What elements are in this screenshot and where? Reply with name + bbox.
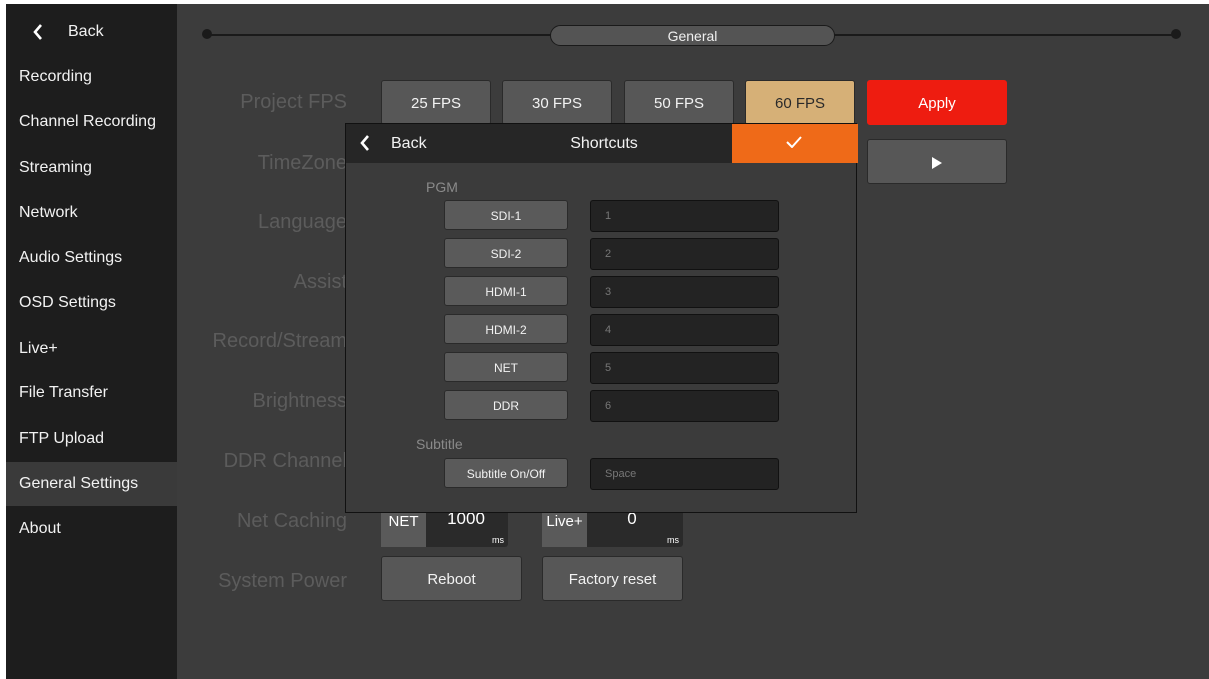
sidebar-back-label: Back	[68, 23, 104, 40]
play-icon	[932, 157, 942, 170]
app-window: Back Recording Channel Recording Streami…	[6, 4, 1209, 679]
record-stream-label: Record/Stream	[212, 330, 348, 352]
sidebar-item-file-transfer[interactable]: File Transfer	[6, 373, 177, 413]
shortcut-source-net[interactable]: NET	[444, 352, 568, 382]
track-start-dot	[202, 29, 212, 39]
confirm-button[interactable]	[732, 124, 858, 163]
shortcut-key-hdmi1[interactable]: 3	[590, 276, 779, 308]
pgm-section-label: PGM	[426, 179, 458, 195]
ddr-channel-label: DDR Channel	[223, 450, 347, 472]
shortcut-source-sdi1[interactable]: SDI-1	[444, 200, 568, 230]
sidebar-item-streaming[interactable]: Streaming	[6, 148, 177, 188]
sidebar-back-button[interactable]: Back	[6, 12, 177, 52]
live-tag: Live+	[542, 507, 587, 547]
sidebar: Back Recording Channel Recording Streami…	[6, 4, 177, 679]
chevron-left-icon[interactable]	[360, 135, 370, 151]
shortcut-key-sdi1[interactable]: 1	[590, 200, 779, 232]
checkmark-icon	[786, 136, 802, 148]
sidebar-item-channel-recording[interactable]: Channel Recording	[6, 102, 177, 142]
sidebar-item-recording[interactable]: Recording	[6, 57, 177, 97]
live-caching-unit: ms	[667, 535, 679, 545]
dialog-title: Shortcuts	[570, 135, 638, 152]
tab-general[interactable]: General	[550, 25, 835, 46]
shortcut-source-sdi2[interactable]: SDI-2	[444, 238, 568, 268]
project-fps-label: Project FPS	[240, 91, 347, 113]
chevron-left-icon	[33, 24, 42, 40]
net-tag: NET	[381, 507, 426, 547]
assist-label: Assist	[293, 271, 347, 293]
shortcut-key-ddr[interactable]: 6	[590, 390, 779, 422]
fps-50-button[interactable]: 50 FPS	[624, 80, 734, 125]
fps-60-button[interactable]: 60 FPS	[745, 80, 855, 125]
play-button[interactable]	[867, 139, 1007, 184]
timezone-label: TimeZone	[257, 152, 347, 174]
sidebar-item-about[interactable]: About	[6, 509, 177, 549]
shortcut-key-hdmi2[interactable]: 4	[590, 314, 779, 346]
shortcut-source-ddr[interactable]: DDR	[444, 390, 568, 420]
dialog-back-button[interactable]: Back	[391, 124, 427, 163]
track-end-dot	[1171, 29, 1181, 39]
system-power-label: System Power	[218, 570, 347, 592]
sidebar-item-osd-settings[interactable]: OSD Settings	[6, 283, 177, 323]
live-caching-field[interactable]: Live+ 0 ms	[542, 507, 683, 547]
shortcut-source-hdmi1[interactable]: HDMI-1	[444, 276, 568, 306]
subtitle-key-field[interactable]: Space	[590, 458, 779, 490]
shortcut-key-net[interactable]: 5	[590, 352, 779, 384]
sidebar-item-ftp-upload[interactable]: FTP Upload	[6, 419, 177, 459]
sidebar-item-audio-settings[interactable]: Audio Settings	[6, 238, 177, 278]
sidebar-item-network[interactable]: Network	[6, 193, 177, 233]
apply-button[interactable]: Apply	[867, 80, 1007, 125]
factory-reset-button[interactable]: Factory reset	[542, 556, 683, 601]
sidebar-item-live-plus[interactable]: Live+	[6, 329, 177, 369]
brightness-label: Brightness	[252, 390, 348, 412]
net-caching-unit: ms	[492, 535, 504, 545]
dialog-header: Back Shortcuts	[346, 124, 858, 163]
net-caching-field[interactable]: NET 1000 ms	[381, 507, 508, 547]
subtitle-section-label: Subtitle	[416, 436, 463, 452]
shortcut-source-hdmi2[interactable]: HDMI-2	[444, 314, 568, 344]
language-label: Language	[258, 211, 347, 233]
reboot-button[interactable]: Reboot	[381, 556, 522, 601]
shortcuts-dialog: Back Shortcuts PGM SDI-1 1 SDI-2 2 HDMI-…	[345, 123, 858, 513]
subtitle-toggle-button[interactable]: Subtitle On/Off	[444, 458, 568, 488]
fps-30-button[interactable]: 30 FPS	[502, 80, 612, 125]
net-caching-label: Net Caching	[236, 510, 347, 532]
shortcut-key-sdi2[interactable]: 2	[590, 238, 779, 270]
fps-25-button[interactable]: 25 FPS	[381, 80, 491, 125]
sidebar-item-general-settings[interactable]: General Settings	[6, 462, 177, 506]
